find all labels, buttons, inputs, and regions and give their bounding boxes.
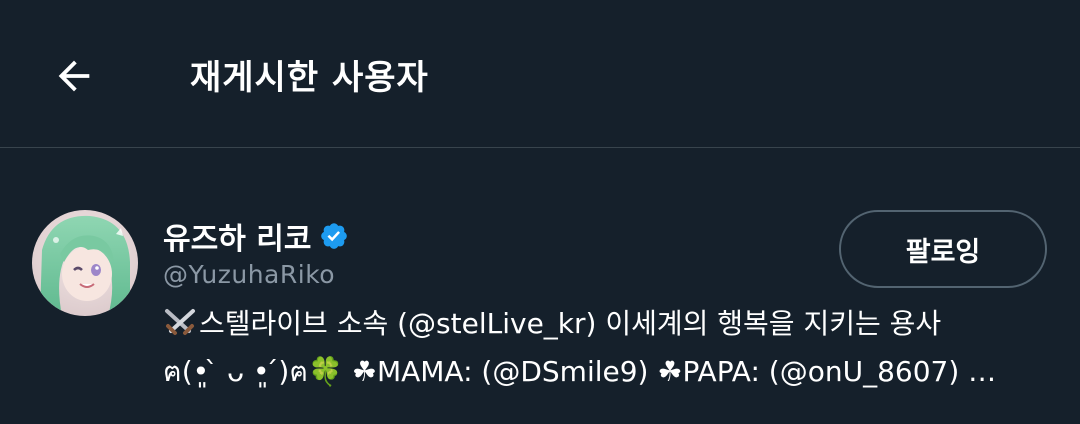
crossed-swords-icon <box>165 309 195 335</box>
bio-line-1: 스텔라이브 소속 (@stelLive_kr) 이세계의 행복을 지키는 용사 <box>163 300 1063 348</box>
back-button[interactable] <box>36 38 112 114</box>
user-list-item[interactable]: 유즈하 리코 @YuzuhaRiko 스텔라이브 소속 (@stelLive_k… <box>0 148 1080 424</box>
avatar-image <box>32 210 138 316</box>
name-line: 유즈하 리코 <box>163 214 349 258</box>
top-app-bar: 재게시한 사용자 <box>0 0 1080 148</box>
retweeters-screen: 재게시한 사용자 유즈하 리코 @YuzuhaRiko 스텔라이브 소속 (@s… <box>0 0 1080 424</box>
user-handle: @YuzuhaRiko <box>163 260 336 289</box>
verified-badge-icon <box>321 223 348 249</box>
display-name[interactable]: 유즈하 리코 <box>163 214 311 258</box>
bio-text-1: 스텔라이브 소속 (@stelLive_kr) 이세계의 행복을 지키는 용사 <box>199 307 942 340</box>
following-button[interactable]: 팔로잉 <box>839 210 1047 288</box>
user-bio: 스텔라이브 소속 (@stelLive_kr) 이세계의 행복을 지키는 용사 … <box>163 300 1063 396</box>
avatar[interactable] <box>32 210 138 316</box>
bio-line-2: ฅ(•͈ ̀ ᴗ •͈ ́)ฅ🍀 ☘MAMA: (@DSmile9) ☘PAPA… <box>163 355 997 388</box>
arrow-left-icon <box>58 60 90 92</box>
page-title: 재게시한 사용자 <box>190 58 429 98</box>
